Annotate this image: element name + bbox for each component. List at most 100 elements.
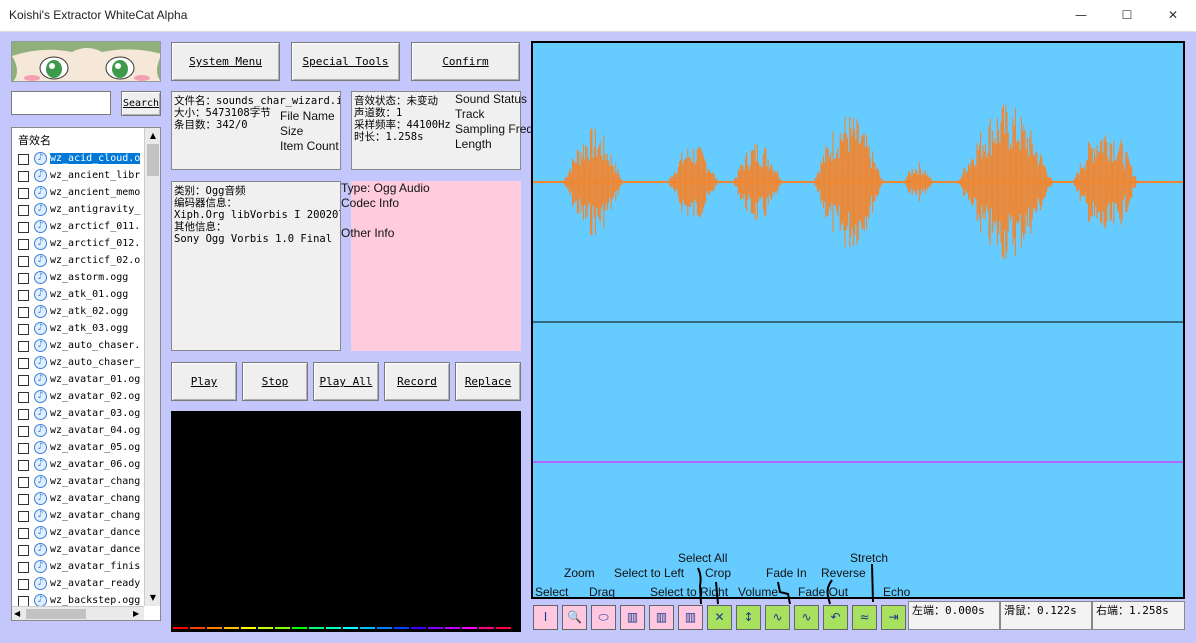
list-item-checkbox[interactable]	[18, 222, 29, 233]
list-item-checkbox[interactable]	[18, 562, 29, 573]
list-item[interactable]: ♪ wz_avatar_03.og	[16, 406, 148, 423]
list-item-label: wz_avatar_05.og	[50, 442, 141, 453]
list-vertical-scrollbar[interactable]: ▲ ▼	[144, 128, 160, 606]
waveform-panel[interactable]	[531, 41, 1185, 599]
annotation-pointer-lines	[697, 563, 874, 605]
list-item[interactable]: ♪ wz_arcticf_012.	[16, 236, 148, 253]
list-item[interactable]: ♪ wz_avatar_05.og	[16, 440, 148, 457]
list-item[interactable]: ♪ wz_atk_01.ogg	[16, 287, 148, 304]
list-item-label: wz_atk_02.ogg	[50, 306, 129, 317]
list-item-checkbox[interactable]	[18, 256, 29, 267]
list-item[interactable]: ♪ wz_atk_03.ogg	[16, 321, 148, 338]
list-item-checkbox[interactable]	[18, 409, 29, 420]
scroll-thumb[interactable]	[147, 144, 159, 176]
special-tools-button[interactable]: Special Tools	[291, 42, 400, 81]
list-item-checkbox[interactable]	[18, 392, 29, 403]
select-left-icon[interactable]: ▥	[620, 605, 645, 630]
list-item-checkbox[interactable]	[18, 494, 29, 505]
list-item-checkbox[interactable]	[18, 511, 29, 522]
list-item-checkbox[interactable]	[18, 154, 29, 165]
list-item[interactable]: ♪ wz_ancient_libr	[16, 168, 148, 185]
list-item[interactable]: ♪ wz_avatar_chang	[16, 508, 148, 525]
scroll-down-icon[interactable]: ▼	[145, 590, 160, 605]
drag-icon[interactable]: ⬭	[591, 605, 616, 630]
list-item[interactable]: ♪ wz_avatar_06.og	[16, 457, 148, 474]
list-item-label: wz_atk_03.ogg	[50, 323, 129, 334]
stop-button[interactable]: Stop	[242, 362, 308, 401]
fade-in-icon[interactable]: ∿	[765, 605, 790, 630]
list-item-checkbox[interactable]	[18, 171, 29, 182]
list-item-checkbox[interactable]	[18, 545, 29, 556]
play-all-button[interactable]: Play All	[313, 362, 379, 401]
list-item[interactable]: ♪ wz_avatar_dance	[16, 525, 148, 542]
list-item-checkbox[interactable]	[18, 239, 29, 250]
list-item[interactable]: ♪ wz_auto_chaser_	[16, 355, 148, 372]
list-item-checkbox[interactable]	[18, 341, 29, 352]
list-item[interactable]: ♪ wz_avatar_04.og	[16, 423, 148, 440]
list-item[interactable]: ♪ wz_astorm.ogg	[16, 270, 148, 287]
list-item-checkbox[interactable]	[18, 273, 29, 284]
record-button[interactable]: Record	[384, 362, 450, 401]
list-item[interactable]: ♪ wz_atk_02.ogg	[16, 304, 148, 321]
music-note-icon: ♪	[34, 441, 47, 454]
list-item-checkbox[interactable]	[18, 528, 29, 539]
list-horizontal-scrollbar[interactable]: ◀ ▶	[12, 606, 144, 620]
list-item[interactable]: ♪ wz_antigravity_	[16, 202, 148, 219]
reverse-icon[interactable]: ↶	[823, 605, 848, 630]
select-cursor-icon[interactable]: Ⅰ	[533, 605, 558, 630]
maximize-button[interactable]: ☐	[1104, 0, 1150, 31]
list-item-label: wz_auto_chaser.	[50, 340, 141, 351]
list-item[interactable]: ♪ wz_avatar_01.og	[16, 372, 148, 389]
crop-icon[interactable]: ✕	[707, 605, 732, 630]
list-item-checkbox[interactable]	[18, 307, 29, 318]
list-item-checkbox[interactable]	[18, 375, 29, 386]
list-item-checkbox[interactable]	[18, 477, 29, 488]
list-item[interactable]: ♪ wz_avatar_finis	[16, 559, 148, 576]
list-item[interactable]: ♪ wz_ancient_memo	[16, 185, 148, 202]
zoom-icon[interactable]: 🔍	[562, 605, 587, 630]
list-item[interactable]: ♪ wz_avatar_dance	[16, 542, 148, 559]
music-note-icon: ♪	[34, 407, 47, 420]
scroll-right-icon[interactable]: ▶	[133, 607, 139, 620]
waveform-canvas[interactable]	[532, 43, 1183, 597]
close-button[interactable]: ✕	[1150, 0, 1196, 31]
list-item[interactable]: ♪ wz_avatar_chang	[16, 491, 148, 508]
list-item-checkbox[interactable]	[18, 324, 29, 335]
fade-out-icon[interactable]: ∿	[794, 605, 819, 630]
list-item-checkbox[interactable]	[18, 290, 29, 301]
type-note: Type: Ogg Audio	[341, 181, 430, 195]
stretch-icon[interactable]: ≈	[852, 605, 877, 630]
list-item-checkbox[interactable]	[18, 205, 29, 216]
list-item[interactable]: ♪ wz_arcticf_02.o	[16, 253, 148, 270]
list-item-checkbox[interactable]	[18, 358, 29, 369]
select-right-icon[interactable]: ▥	[678, 605, 703, 630]
list-item[interactable]: ♪ wz_avatar_ready	[16, 576, 148, 593]
list-item-checkbox[interactable]	[18, 188, 29, 199]
music-note-icon: ♪	[34, 271, 47, 284]
play-button[interactable]: Play	[171, 362, 237, 401]
replace-button[interactable]: Replace	[455, 362, 521, 401]
hscroll-thumb[interactable]	[26, 609, 86, 619]
scroll-up-icon[interactable]: ▲	[145, 128, 160, 143]
list-item-label: wz_ancient_memo	[50, 187, 141, 198]
list-item-checkbox[interactable]	[18, 443, 29, 454]
list-item-checkbox[interactable]	[18, 426, 29, 437]
search-button[interactable]: Search	[121, 91, 161, 116]
list-item[interactable]: ♪ wz_avatar_chang	[16, 474, 148, 491]
search-input[interactable]	[11, 91, 111, 115]
echo-icon[interactable]: ⇥	[881, 605, 906, 630]
list-item-checkbox[interactable]	[18, 579, 29, 590]
system-menu-button[interactable]: System Menu	[171, 42, 280, 81]
confirm-button[interactable]: Confirm	[411, 42, 520, 81]
list-item[interactable]: ♪ wz_avatar_02.og	[16, 389, 148, 406]
list-item[interactable]: ♪ wz_auto_chaser.	[16, 338, 148, 355]
list-item-checkbox[interactable]	[18, 460, 29, 471]
file-size-text: 大小：5473108字节	[174, 107, 271, 119]
minimize-button[interactable]: —	[1058, 0, 1104, 31]
sound-list[interactable]: 音效名 ♪ wz_acid_cloud.o ♪ wz_ancient_libr ♪ wz_…	[11, 127, 161, 621]
list-item[interactable]: ♪ wz_acid_cloud.o	[16, 151, 148, 168]
scroll-left-icon[interactable]: ◀	[14, 607, 20, 620]
select-all-icon[interactable]: ▥	[649, 605, 674, 630]
list-item[interactable]: ♪ wz_arcticf_011.	[16, 219, 148, 236]
volume-icon[interactable]: ↕	[736, 605, 761, 630]
